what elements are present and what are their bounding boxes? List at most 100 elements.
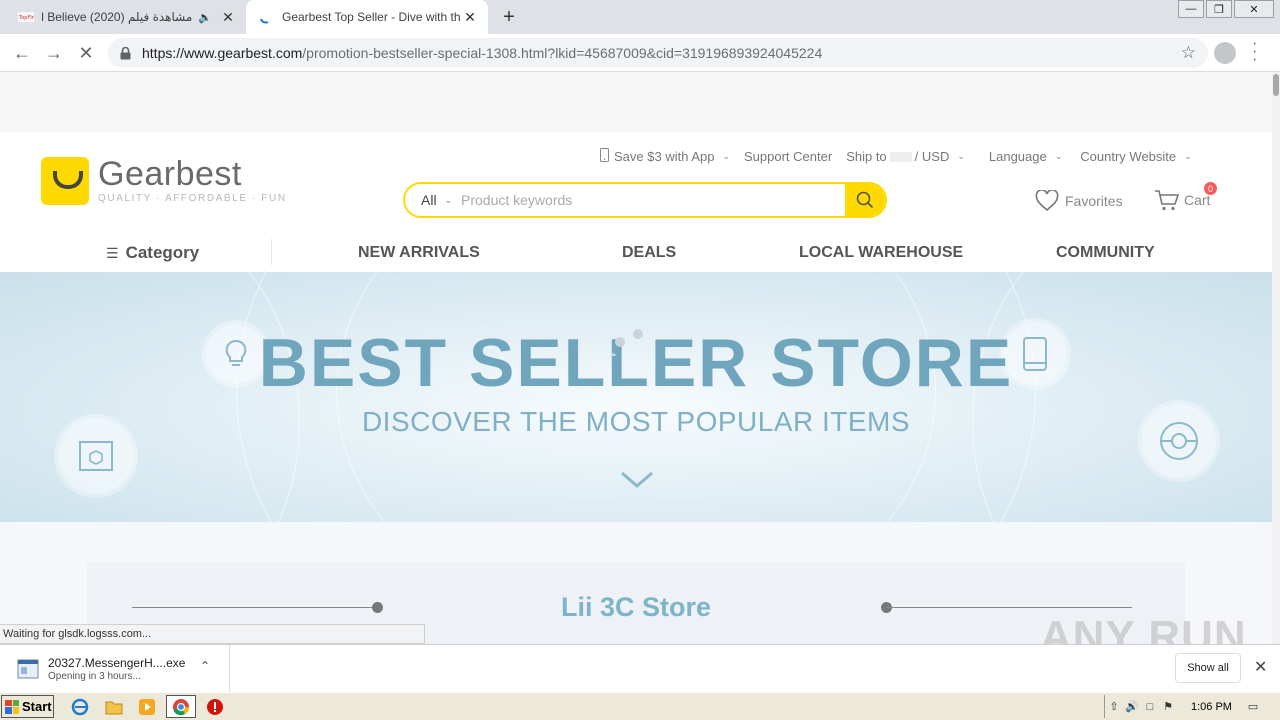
main-nav: ☰ Category NEW ARRIVALS DEALS LOCAL WARE… (0, 237, 1272, 272)
download-filename: 20327.MessengerH....exe (48, 655, 186, 670)
app-promo-label: Save $3 with App (614, 149, 715, 164)
tab-gearbest[interactable]: Gearbest Top Seller - Dive with the C ✕ (246, 0, 488, 34)
search-scope-dropdown[interactable]: All ⌄ (405, 192, 461, 208)
volume-icon[interactable]: 🔊 (1123, 700, 1141, 713)
ie-icon[interactable] (70, 697, 90, 717)
search-bar: All ⌄ (403, 182, 887, 218)
chevron-down-icon: ⌄ (957, 151, 965, 161)
ship-to-label: Ship to (846, 149, 887, 164)
nav-divider (271, 239, 272, 265)
lock-icon (120, 46, 134, 60)
chevron-down-icon: ⌄ (1054, 151, 1063, 161)
windows-taskbar: Start ⇧ 🔊 □ ⚑ 1:06 PM ▭ (0, 692, 1280, 720)
exe-file-icon (17, 659, 39, 678)
cart-link[interactable]: Cart 0 (1154, 182, 1217, 212)
top-banner-strip (0, 72, 1272, 132)
nav-new-arrivals[interactable]: NEW ARRIVALS (358, 244, 480, 262)
action-center-flag-icon[interactable]: ⚑ (1159, 700, 1177, 713)
minimize-button[interactable]: — (1178, 0, 1204, 18)
show-desktop-icon[interactable]: ▭ (1244, 700, 1262, 713)
search-input[interactable] (461, 184, 845, 216)
cart-label: Cart (1184, 192, 1211, 208)
page-viewport: Gearbest QUALITY · AFFORDABLE · FUN Save… (0, 72, 1272, 644)
cart-count-badge: 0 (1204, 182, 1217, 195)
speaker-icon[interactable]: 🔈 (198, 11, 212, 24)
download-item[interactable]: 20327.MessengerH....exe Opening in 3 hou… (0, 645, 230, 692)
search-scope-label: All (421, 192, 437, 208)
system-tray: ⇧ 🔊 □ ⚑ 1:06 PM ▭ (1104, 695, 1280, 718)
browser-menu-icon[interactable]: · · · (1252, 36, 1257, 68)
category-label: Category (125, 243, 200, 262)
url-path: /promotion-bestseller-special-1308.html?… (302, 45, 823, 61)
category-menu[interactable]: ☰ Category (106, 243, 199, 263)
language-selector[interactable]: Language ⌄ (989, 148, 1062, 165)
scrollbar-thumb[interactable] (1273, 74, 1279, 96)
hero-banner: BEST SELLER STORE DISCOVER THE MOST POPU… (0, 272, 1272, 522)
tab-close-icon[interactable]: ✕ (218, 9, 238, 26)
phone-icon (600, 148, 609, 165)
utility-bar: Save $3 with App ⌄ Support Center Ship t… (600, 148, 1206, 165)
address-bar[interactable]: https://www.gearbest.com/promotion-bests… (108, 38, 1208, 68)
new-tab-button[interactable]: + (498, 6, 520, 29)
nav-deals[interactable]: DEALS (622, 244, 676, 262)
window-controls: — ❐ ✕ (1176, 0, 1274, 18)
favorites-label: Favorites (1065, 193, 1123, 209)
bookmark-star-icon[interactable]: ☆ (1181, 43, 1196, 63)
start-label: Start (22, 699, 52, 714)
maximize-button[interactable]: ❐ (1206, 0, 1232, 18)
tab-strip: TopFlm مشاهدة فيلم Still Believe (2020) … (0, 0, 1280, 34)
folder-icon[interactable] (104, 697, 124, 717)
stop-loading-icon[interactable]: ✕ (74, 41, 98, 65)
hero-subtitle: DISCOVER THE MOST POPULAR ITEMS (361, 406, 911, 437)
site-favicon-icon: TopFlm (18, 9, 34, 25)
chrome-taskbar-icon[interactable] (166, 695, 196, 718)
page-scrollbar[interactable] (1272, 72, 1280, 644)
favorites-link[interactable]: Favorites (1035, 190, 1123, 212)
cart-icon (1155, 190, 1180, 211)
forward-arrow-icon[interactable]: → (42, 41, 66, 65)
profile-avatar-icon[interactable] (1214, 42, 1236, 64)
logo-mark-icon (41, 157, 89, 205)
search-button[interactable] (845, 184, 885, 216)
start-button[interactable]: Start (1, 695, 54, 718)
search-icon (856, 191, 874, 209)
media-player-icon[interactable] (137, 697, 157, 717)
show-all-button[interactable]: Show all (1175, 653, 1241, 683)
antivirus-icon[interactable] (205, 697, 225, 717)
nav-community[interactable]: COMMUNITY (1056, 244, 1155, 262)
status-bubble: Waiting for glsdk.logsss.com... (0, 624, 425, 644)
back-arrow-icon[interactable]: ← (10, 41, 34, 65)
currency-label: / USD (914, 149, 950, 164)
chevron-down-icon: ⌄ (1184, 151, 1192, 161)
tab-movie[interactable]: TopFlm مشاهدة فيلم Still Believe (2020) … (8, 0, 246, 34)
nav-local-warehouse[interactable]: LOCAL WAREHOUSE (799, 244, 963, 262)
support-center-link[interactable]: Support Center (744, 148, 832, 165)
ship-to-selector[interactable]: Ship to / USD ⌄ (846, 148, 965, 165)
country-website-selector[interactable]: Country Website ⌄ (1080, 148, 1191, 165)
close-shelf-icon[interactable]: ✕ (1254, 657, 1267, 677)
browser-toolbar: ← → ✕ https://www.gearbest.com/promotion… (0, 34, 1280, 72)
url-host: https://www.gearbest.com (142, 45, 303, 61)
download-status: Opening in 3 hours... (48, 670, 141, 682)
country-website-label: Country Website (1080, 149, 1177, 164)
app-promo-link[interactable]: Save $3 with App ⌄ (600, 148, 730, 165)
chevron-down-icon[interactable] (620, 470, 654, 490)
loading-spinner-icon (258, 9, 274, 25)
brand-tagline: QUALITY · AFFORDABLE · FUN (98, 193, 287, 204)
tab-close-icon[interactable]: ✕ (460, 9, 480, 26)
windows-logo-icon (5, 699, 19, 714)
store-divider-right (886, 607, 1132, 608)
chevron-down-icon: ⌄ (444, 194, 453, 205)
network-icon[interactable]: □ (1141, 701, 1159, 713)
taskbar-clock[interactable]: 1:06 PM (1191, 701, 1232, 713)
loading-dots-icon (612, 329, 643, 356)
support-label: Support Center (744, 149, 833, 164)
tab-title: Gearbest Top Seller - Dive with the C (282, 10, 460, 24)
gearbest-logo[interactable]: Gearbest QUALITY · AFFORDABLE · FUN (41, 157, 287, 205)
download-shelf: 20327.MessengerH....exe Opening in 3 hou… (0, 644, 1280, 692)
window-close-button[interactable]: ✕ (1234, 0, 1274, 18)
svg-text:TopFlm: TopFlm (18, 15, 34, 21)
chevron-down-icon: ⌄ (722, 151, 731, 161)
chevron-up-icon[interactable]: ⌃ (200, 659, 210, 673)
tray-expand-icon[interactable]: ⇧ (1105, 700, 1123, 713)
